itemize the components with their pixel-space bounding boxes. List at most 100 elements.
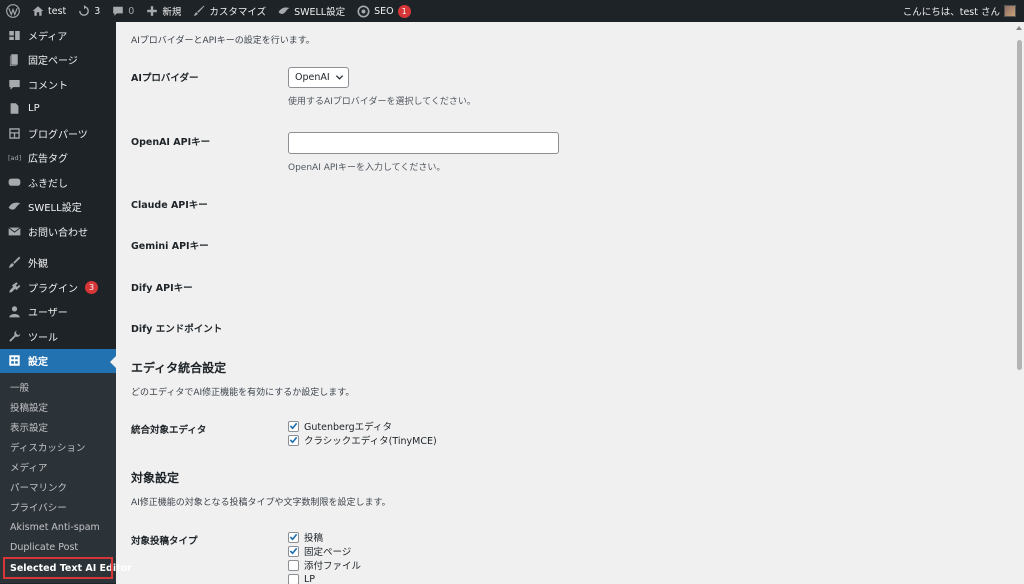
scrollbar-thumb[interactable] bbox=[1017, 40, 1022, 370]
appearance-icon bbox=[8, 256, 21, 268]
new-content-menu[interactable]: 新規 bbox=[140, 0, 187, 22]
editor-section-title: エディタ統合設定 bbox=[131, 361, 227, 375]
submenu-item-media[interactable]: メディア bbox=[0, 457, 116, 477]
submenu-item-writing[interactable]: 投稿設定 bbox=[0, 397, 116, 417]
swell-settings-menu[interactable]: SWELL設定 bbox=[272, 0, 351, 22]
seo-notification-badge: 1 bbox=[397, 4, 411, 18]
paintbrush-icon bbox=[193, 5, 205, 16]
sidebar-item-balloon[interactable]: ふきだし bbox=[0, 170, 116, 195]
sidebar-item-blog-parts[interactable]: ブログパーツ bbox=[0, 121, 116, 146]
option-label: 投稿 bbox=[304, 533, 324, 544]
checkbox-classic-editor[interactable] bbox=[288, 434, 299, 446]
page-scrollbar[interactable] bbox=[1014, 22, 1024, 584]
plus-icon bbox=[147, 6, 158, 16]
checkbox-post[interactable] bbox=[288, 531, 299, 543]
sidebar-item-label: 設定 bbox=[28, 357, 48, 369]
user-avatar bbox=[1004, 5, 1016, 17]
media-icon bbox=[9, 30, 20, 40]
post-type-options: 投稿 固定ページ 添付ファイル LP bbox=[288, 530, 361, 584]
sidebar-item-lp[interactable]: LP bbox=[0, 97, 116, 122]
site-name: test bbox=[48, 5, 67, 17]
swell-label: SWELL設定 bbox=[294, 7, 346, 18]
provider-field: OpenAI 使用するAIプロバイダーを選択してください。 bbox=[288, 67, 476, 107]
submenu-item-reading[interactable]: 表示設定 bbox=[0, 417, 116, 437]
submenu-item-discussion[interactable]: ディスカッション bbox=[0, 437, 116, 457]
sidebar-item-label: ユーザー bbox=[28, 308, 68, 320]
submenu-item-privacy[interactable]: プライバシー bbox=[0, 497, 116, 517]
submenu-item-permalinks[interactable]: パーマリンク bbox=[0, 477, 116, 497]
sidebar-item-label: メディア bbox=[28, 31, 68, 43]
customize-menu[interactable]: カスタマイズ bbox=[187, 0, 272, 22]
comments-menu[interactable]: 0 bbox=[106, 0, 140, 22]
submenu-item-general[interactable]: 一般 bbox=[0, 377, 116, 397]
sidebar-item-comments[interactable]: コメント bbox=[0, 72, 116, 97]
option-gutenberg[interactable]: Gutenbergエディタ bbox=[288, 419, 437, 433]
my-account-menu[interactable]: こんにちは、test さん bbox=[903, 4, 1024, 18]
sidebar-item-contact[interactable]: お問い合わせ bbox=[0, 219, 116, 244]
editor-integration-label: 統合対象エディタ bbox=[131, 425, 207, 436]
comment-bubble-icon bbox=[113, 6, 124, 16]
sidebar-item-swell-settings[interactable]: SWELL設定 bbox=[0, 195, 116, 220]
checkbox-lp[interactable] bbox=[288, 573, 299, 584]
option-attachment[interactable]: 添付ファイル bbox=[288, 558, 361, 572]
option-label: 添付ファイル bbox=[304, 561, 362, 572]
sidebar-item-ad-tag[interactable]: [ad] 広告タグ bbox=[0, 146, 116, 171]
openai-key-input[interactable] bbox=[288, 132, 559, 154]
seo-label: SEO bbox=[374, 5, 394, 17]
checkbox-page[interactable] bbox=[288, 545, 299, 557]
provider-label: AIプロバイダー bbox=[131, 73, 199, 84]
sidebar-item-users[interactable]: ユーザー bbox=[0, 300, 116, 325]
dify-endpoint-label: Dify エンドポイント bbox=[131, 324, 223, 335]
admin-bar: test 3 0 新規 カスタマイズ SWELL設定 SEO 1 こんにちは、t… bbox=[0, 0, 1024, 22]
sidebar-item-settings[interactable]: 設定 bbox=[0, 348, 116, 373]
option-classic-editor[interactable]: クラシックエディタ(TinyMCE) bbox=[288, 433, 437, 447]
scroll-up-arrow-icon[interactable] bbox=[1016, 26, 1022, 30]
seo-menu[interactable]: SEO 1 bbox=[351, 0, 417, 22]
editor-options: Gutenbergエディタ クラシックエディタ(TinyMCE) bbox=[288, 419, 437, 447]
sidebar-item-label: お問い合わせ bbox=[28, 227, 88, 239]
updates-menu[interactable]: 3 bbox=[72, 0, 106, 22]
sidebar-item-plugins[interactable]: プラグイン 3 bbox=[0, 275, 116, 300]
wordpress-logo-menu[interactable] bbox=[0, 0, 26, 22]
check-icon bbox=[289, 547, 298, 555]
ad-tag-icon: [ad] bbox=[8, 154, 21, 162]
sidebar-item-tools[interactable]: ツール bbox=[0, 324, 116, 349]
checkbox-attachment[interactable] bbox=[288, 559, 299, 571]
wordpress-logo-icon bbox=[6, 4, 20, 18]
dify-key-label: Dify APIキー bbox=[131, 283, 193, 294]
greeting: こんにちは、test さん bbox=[902, 7, 1000, 18]
option-lp[interactable]: LP bbox=[288, 572, 361, 584]
sidebar-item-appearance[interactable]: 外観 bbox=[0, 251, 116, 276]
sidebar-item-label: 外観 bbox=[28, 259, 48, 271]
settings-main-content: AIプロバイダーとAPIキーの設定を行います。 AIプロバイダー OpenAI … bbox=[116, 22, 1014, 584]
submenu-item-akismet[interactable]: Akismet Anti-spam bbox=[0, 517, 116, 537]
sidebar-item-label: プラグイン bbox=[28, 283, 78, 295]
openai-key-description: OpenAI APIキーを入力してください。 bbox=[288, 163, 446, 173]
sidebar-item-label: ふきだし bbox=[28, 178, 68, 190]
provider-select[interactable]: OpenAI bbox=[288, 67, 349, 88]
sidebar-item-label: ツール bbox=[28, 332, 58, 344]
option-page[interactable]: 固定ページ bbox=[288, 544, 361, 558]
provider-selected-value: OpenAI bbox=[295, 72, 330, 83]
updates-count: 3 bbox=[94, 5, 101, 17]
option-post[interactable]: 投稿 bbox=[288, 530, 361, 544]
sidebar-item-label: 固定ページ bbox=[28, 56, 78, 68]
user-icon bbox=[9, 306, 20, 318]
openai-key-field: OpenAI APIキーを入力してください。 bbox=[288, 132, 559, 173]
mail-icon bbox=[8, 226, 21, 236]
check-icon bbox=[289, 533, 298, 541]
blog-parts-icon bbox=[9, 128, 20, 139]
post-type-label: 対象投稿タイプ bbox=[131, 536, 198, 547]
submenu-item-selected-text-ai-editor[interactable]: Selected Text AI Editor bbox=[3, 557, 132, 579]
customize-label: カスタマイズ bbox=[209, 7, 267, 18]
new-label: 新規 bbox=[162, 7, 182, 18]
checkbox-gutenberg[interactable] bbox=[288, 420, 299, 432]
menu-separator bbox=[0, 244, 116, 251]
page-icon bbox=[9, 54, 18, 67]
sidebar-item-media[interactable]: メディア bbox=[0, 23, 116, 48]
balloon-icon bbox=[8, 178, 21, 186]
seo-gear-icon bbox=[357, 4, 370, 18]
sidebar-item-pages[interactable]: 固定ページ bbox=[0, 48, 116, 73]
submenu-item-duplicate-post[interactable]: Duplicate Post bbox=[0, 537, 116, 557]
site-name-menu[interactable]: test bbox=[26, 0, 72, 22]
